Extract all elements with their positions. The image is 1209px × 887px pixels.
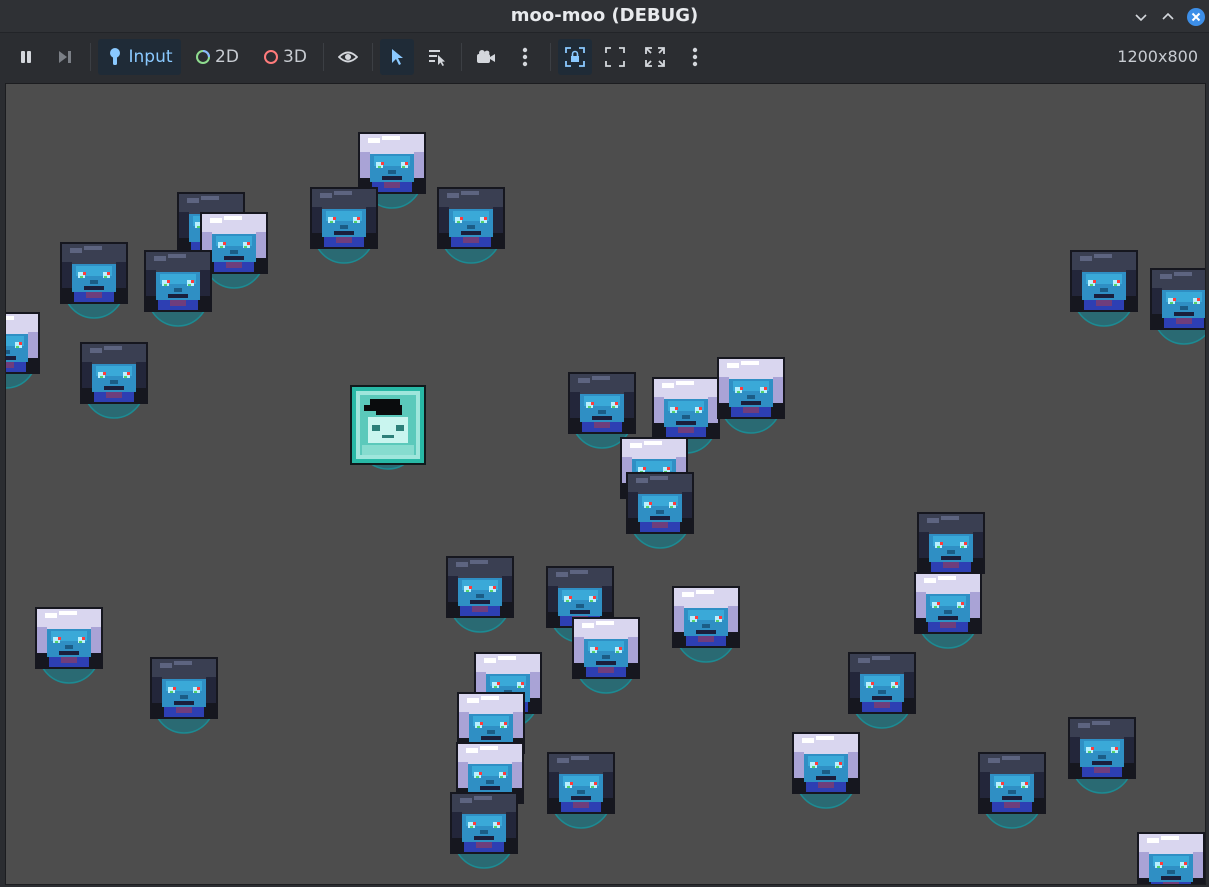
camera-options-button[interactable] bbox=[510, 39, 540, 75]
camera-override-button[interactable] bbox=[469, 39, 503, 75]
enemy-sprite bbox=[80, 342, 148, 419]
player-sprite bbox=[350, 385, 426, 470]
list-select-button[interactable] bbox=[420, 39, 454, 75]
joystick-icon bbox=[110, 48, 121, 65]
enemy-sprite bbox=[1068, 717, 1136, 794]
game-toolbar: Input 2D 3D 1200x800 bbox=[0, 33, 1209, 81]
enemy-sprite bbox=[848, 652, 916, 729]
visibility-button[interactable] bbox=[331, 39, 365, 75]
circle-3d-icon bbox=[264, 50, 279, 64]
enemy-sprite bbox=[568, 372, 636, 449]
enemy-sprite bbox=[672, 586, 740, 663]
pause-button[interactable] bbox=[10, 39, 42, 75]
input-toggle-button[interactable]: Input bbox=[98, 39, 181, 75]
enemy-sprite bbox=[1137, 832, 1205, 884]
enemy-sprite bbox=[144, 250, 212, 327]
more-vertical-icon bbox=[692, 47, 698, 67]
camera-icon bbox=[477, 50, 495, 63]
enemy-sprite bbox=[1150, 268, 1205, 345]
toolbar-separator bbox=[372, 43, 373, 71]
eye-icon bbox=[338, 51, 358, 63]
toolbar-separator bbox=[90, 43, 91, 71]
maximize-icon[interactable] bbox=[1157, 6, 1179, 28]
enemy-sprite bbox=[150, 657, 218, 734]
fullscreen-button[interactable] bbox=[598, 39, 632, 75]
toolbar-separator bbox=[461, 43, 462, 71]
pause-icon bbox=[21, 51, 31, 63]
mode-3d-button[interactable]: 3D bbox=[254, 39, 316, 75]
close-icon[interactable] bbox=[1185, 6, 1207, 28]
enemy-sprite bbox=[310, 187, 378, 264]
window-titlebar: moo-moo (DEBUG) bbox=[0, 0, 1209, 33]
enemy-sprite bbox=[626, 472, 694, 549]
more-vertical-icon bbox=[522, 47, 528, 67]
mode-3d-label: 3D bbox=[283, 47, 307, 67]
expand-icon bbox=[645, 47, 665, 67]
enemy-sprite bbox=[60, 242, 128, 319]
enemy-sprite bbox=[792, 732, 860, 809]
list-select-icon bbox=[429, 50, 445, 66]
enemy-sprite bbox=[572, 617, 640, 694]
embed-options-button[interactable] bbox=[680, 39, 710, 75]
enemy-sprite bbox=[437, 187, 505, 264]
enemy-sprite bbox=[35, 607, 103, 684]
window-title: moo-moo (DEBUG) bbox=[510, 5, 699, 26]
enemy-sprite bbox=[914, 572, 982, 649]
lock-icon bbox=[565, 47, 585, 67]
toolbar-separator bbox=[323, 43, 324, 71]
game-viewport[interactable] bbox=[5, 83, 1206, 885]
enemy-sprite bbox=[446, 556, 514, 633]
minimize-icon[interactable] bbox=[1130, 6, 1152, 28]
enemy-sprite bbox=[6, 312, 40, 389]
mode-2d-label: 2D bbox=[215, 47, 239, 67]
resolution-label: 1200x800 bbox=[1117, 47, 1198, 66]
game-scene bbox=[6, 132, 1205, 884]
enemy-sprite bbox=[450, 792, 518, 869]
select-mode-button[interactable] bbox=[380, 39, 414, 75]
embed-lock-button[interactable] bbox=[558, 39, 592, 75]
circle-2d-icon bbox=[196, 50, 211, 64]
input-label: Input bbox=[128, 47, 173, 67]
enemy-sprite bbox=[717, 357, 785, 434]
fullscreen-icon bbox=[605, 47, 625, 67]
step-forward-icon bbox=[59, 51, 71, 63]
pointer-icon bbox=[392, 49, 403, 65]
mode-2d-button[interactable]: 2D bbox=[188, 39, 246, 75]
expand-button[interactable] bbox=[638, 39, 672, 75]
toolbar-separator bbox=[550, 43, 551, 71]
step-frame-button[interactable] bbox=[49, 39, 81, 75]
enemy-sprite bbox=[1070, 250, 1138, 327]
enemy-sprite bbox=[547, 752, 615, 829]
enemy-sprite bbox=[978, 752, 1046, 829]
